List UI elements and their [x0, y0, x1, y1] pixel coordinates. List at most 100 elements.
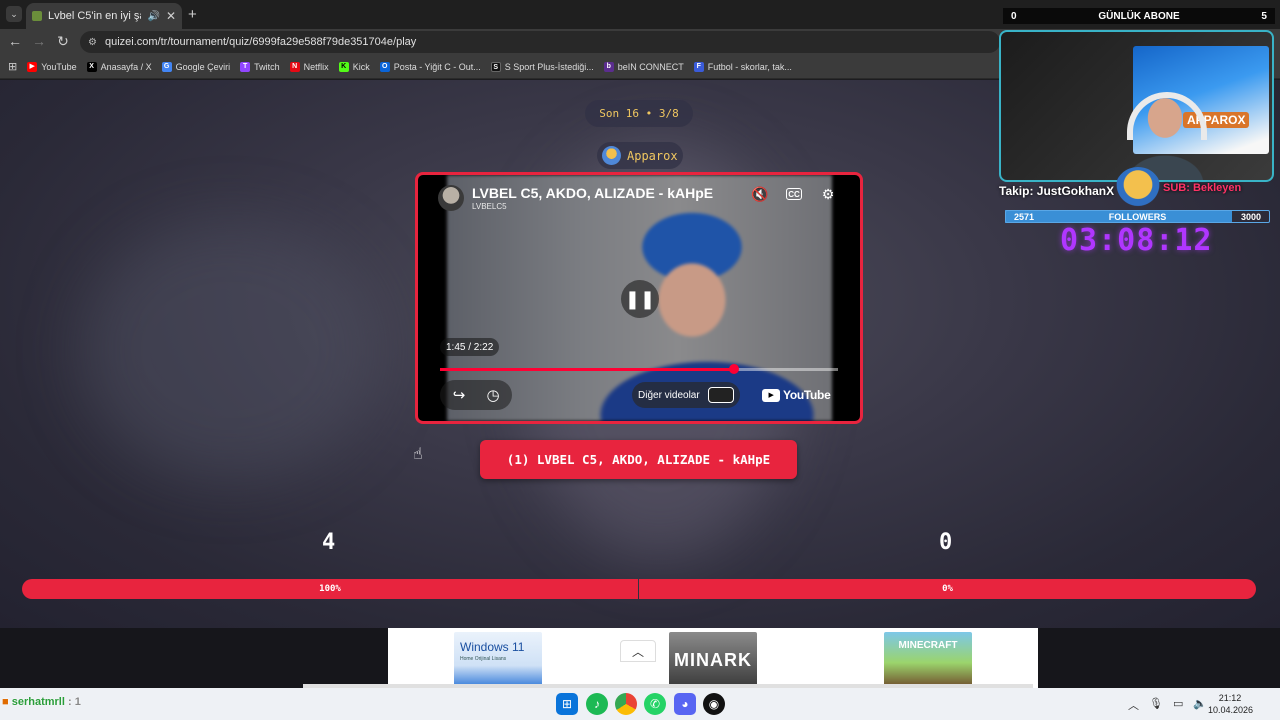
address-bar[interactable]: ⚙ quizei.com/tr/tournament/quiz/6999fa29… [80, 31, 1000, 53]
forward-arrow-icon[interactable]: → [30, 33, 48, 49]
tab-search-chevron-icon[interactable]: ⌄ [6, 6, 22, 22]
background-blur [80, 220, 380, 480]
mascot-icon [1115, 167, 1161, 211]
chat-message: : 1 [67, 696, 81, 708]
more-videos-button[interactable]: Diğer videolar [632, 382, 740, 408]
kick-icon: K [338, 61, 349, 72]
owner-name: Apparox [627, 148, 678, 163]
whatsapp-icon[interactable]: ✆ [644, 693, 666, 715]
tray-chevron-up-icon[interactable]: ︿ [1128, 697, 1139, 713]
webcam-overlay: APPAROX [999, 30, 1274, 182]
quiz-owner-link[interactable]: Apparox [597, 142, 683, 169]
video-channel[interactable]: LVBELC5 [472, 202, 507, 211]
captions-icon[interactable]: CC [786, 188, 802, 200]
daily-sub-count: 0 [1011, 10, 1017, 22]
latest-follower: Takip: JustGokhanX [999, 184, 1115, 198]
bookmark-ssport[interactable]: SS Sport Plus-İstediği... [490, 61, 594, 72]
bookmark-label: beIN CONNECT [617, 61, 684, 72]
choice-button[interactable]: (1) LVBEL C5, AKDO, ALIZADE - kAHpE [480, 440, 797, 479]
x-icon: X [86, 61, 97, 72]
youtube-player[interactable]: LVBEL C5, AKDO, ALIZADE - kAHpE LVBELC5 … [415, 172, 863, 424]
followers-label: FOLLOWERS [1108, 211, 1167, 222]
youtube-wordmark: YouTube [783, 388, 831, 402]
windows-start-icon[interactable]: ⊞ [556, 693, 578, 715]
daily-sub-title: GÜNLÜK ABONE [1098, 10, 1180, 22]
mute-icon[interactable]: 🔇 [750, 185, 770, 203]
obs-icon[interactable]: ◉ [703, 693, 725, 715]
video-progress-bar[interactable] [440, 364, 838, 374]
ad-windows-11[interactable]: Windows 11 Home Orijinal Lisans [454, 632, 542, 688]
video-time: 1:45 / 2:22 [440, 338, 500, 356]
new-tab-button[interactable]: + [188, 6, 197, 23]
followers-goal: 3000 [1240, 211, 1261, 222]
bookmark-netflix[interactable]: N Netflix [289, 61, 329, 72]
clock-time: 21:12 [1218, 693, 1242, 703]
youtube-play-icon: ▶ [762, 388, 780, 402]
football-icon: F [693, 61, 704, 72]
chrome-icon[interactable] [615, 693, 637, 715]
mouse-cursor-icon: ☝ [413, 446, 423, 463]
apps-grid-icon[interactable]: ⊞ [8, 60, 17, 73]
clock-date: 10.04.2026 [1208, 705, 1254, 715]
more-videos-label: Diğer videolar [638, 389, 700, 401]
video-title[interactable]: LVBEL C5, AKDO, ALIZADE - kAHpE [472, 185, 713, 201]
watch-later-clock-icon[interactable]: ◷ [484, 386, 502, 404]
left-vote-count: 4 [322, 530, 336, 555]
windows-taskbar: ■ serhatmrll : 1 ⊞ ♪ ✆ ◕ ◉ ︿ 🎙 ▭ 🔈 21:12… [0, 688, 1280, 720]
bookmark-bein[interactable]: b beIN CONNECT [603, 61, 684, 72]
discord-icon[interactable]: ◕ [674, 693, 696, 715]
tab-audio-icon[interactable]: 🔊 [147, 11, 159, 22]
daily-subscriber-bar: 0 GÜNLÜK ABONE 5 [1003, 8, 1275, 24]
volume-icon[interactable]: 🔈 [1193, 697, 1207, 713]
pause-icon[interactable]: ❚❚ [621, 280, 659, 318]
spotify-icon[interactable]: ♪ [586, 693, 608, 715]
bookmark-twitch[interactable]: T Twitch [240, 61, 280, 72]
bookmark-label: Twitch [254, 61, 280, 72]
stream-timer: 03:08:12 [1060, 223, 1213, 258]
bookmark-label: Futbol - skorlar, tak... [707, 61, 792, 72]
chevron-up-icon[interactable]: ︿ [620, 640, 656, 662]
settings-gear-icon[interactable]: ⚙ [818, 185, 838, 203]
tab-close-icon[interactable]: ✕ [166, 9, 176, 23]
bookmark-football[interactable]: F Futbol - skorlar, tak... [693, 61, 792, 72]
translate-icon: G [161, 61, 172, 72]
bein-icon: b [603, 61, 614, 72]
bookmark-x[interactable]: X Anasayfa / X [86, 61, 152, 72]
outlook-icon: O [379, 61, 390, 72]
right-vote-count: 0 [939, 530, 953, 555]
youtube-icon: ▶ [27, 61, 38, 72]
bookmark-kick[interactable]: K Kick [338, 61, 370, 72]
back-arrow-icon[interactable]: ← [6, 33, 24, 49]
address-url: quizei.com/tr/tournament/quiz/6999fa29e5… [104, 36, 417, 48]
video-progress-fill [440, 368, 735, 371]
share-icon[interactable]: ↪ [450, 386, 468, 404]
ssport-icon: S [490, 61, 501, 72]
ad-minark[interactable]: MINARK [669, 632, 757, 688]
bookmark-label: Anasayfa / X [100, 61, 152, 72]
site-info-icon[interactable]: ⚙ [88, 37, 97, 48]
ad-minecraft[interactable]: MINECRAFT [884, 632, 972, 688]
ad-container: Windows 11 Home Orijinal Lisans MINARK M… [388, 628, 1038, 688]
left-vote-bar: 100% [22, 579, 638, 599]
microphone-icon[interactable]: 🎙 [1149, 697, 1163, 713]
followers-current: 2571 [1014, 211, 1035, 222]
browser-tab[interactable]: Lvbel C5'in en iyi şarkısı hangisi? 🔊 ✕ [26, 3, 182, 29]
followers-goal-bar: 2571 FOLLOWERS 3000 [1005, 210, 1270, 223]
reload-icon[interactable]: ↻ [54, 33, 72, 50]
bookmark-label: S Sport Plus-İstediği... [504, 61, 594, 72]
owner-avatar [602, 146, 621, 165]
network-icon[interactable]: ▭ [1173, 697, 1183, 713]
stream-chat-line: ■ serhatmrll : 1 [2, 696, 81, 708]
daily-sub-goal: 5 [1261, 10, 1267, 22]
system-tray: ︿ 🎙 ▭ 🔈 [1128, 697, 1207, 713]
bookmark-youtube[interactable]: ▶ YouTube [27, 61, 77, 72]
channel-avatar[interactable] [438, 185, 464, 211]
latest-subscriber: SUB: Bekleyen [1163, 182, 1242, 194]
youtube-logo[interactable]: ▶ YouTube [762, 388, 831, 402]
taskbar-clock[interactable]: 21:12 10.04.2026 [1208, 692, 1254, 716]
tab-favicon-icon [32, 11, 42, 21]
chat-username: serhatmrll [11, 696, 65, 708]
bookmark-outlook[interactable]: O Posta - Yiğit C - Out... [379, 61, 481, 72]
ad-windows-subtitle: Home Orijinal Lisans [460, 656, 507, 662]
bookmark-google-translate[interactable]: G Google Çeviri [161, 61, 230, 72]
